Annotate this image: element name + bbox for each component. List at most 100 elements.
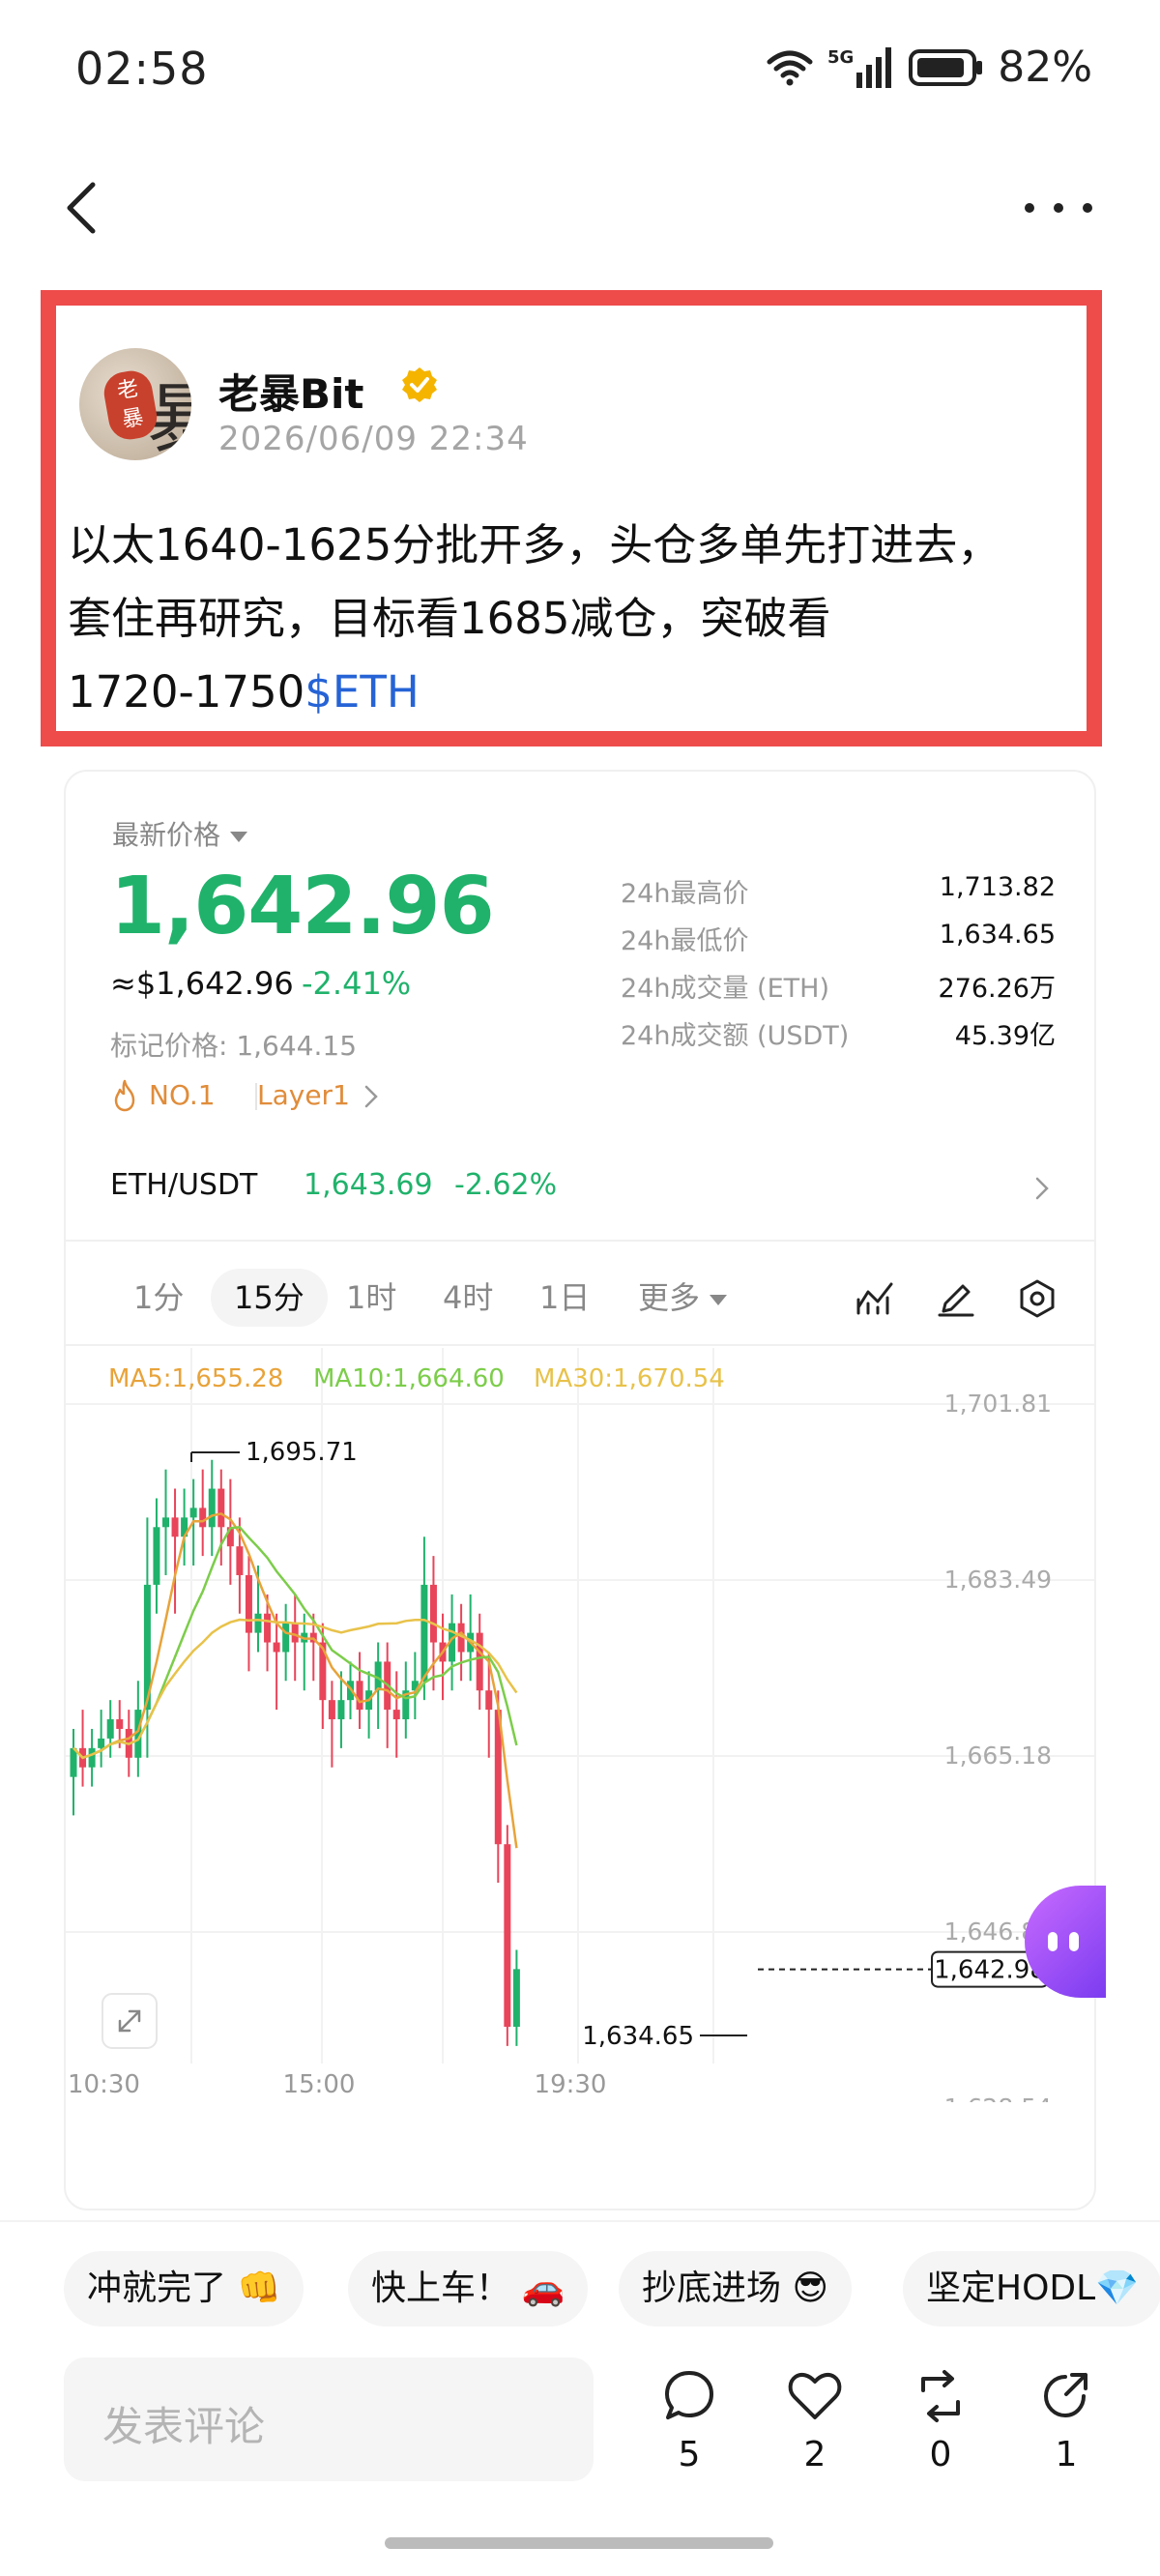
candle-body <box>337 1700 345 1720</box>
candle-body <box>171 1517 179 1537</box>
indicator-icon[interactable] <box>855 1278 895 1319</box>
comment-placeholder: 发表评论 <box>102 2403 266 2450</box>
low-price-label: 1,634.65 <box>582 2022 694 2051</box>
candle-body <box>476 1632 483 1691</box>
status-bar: 02:58 5G 82% <box>0 0 1160 145</box>
category-tag[interactable]: Layer1 <box>257 1079 350 1111</box>
like-action[interactable]: 2 <box>771 2367 858 2474</box>
interval-tab-1h[interactable]: 1时 <box>346 1269 396 1327</box>
kline-chart[interactable]: MA5:1,655.28 MA10:1,664.60 MA30:1,670.54 1,… <box>66 1348 1094 2102</box>
candle-body <box>70 1747 77 1777</box>
candle-body <box>106 1719 114 1739</box>
candle-body <box>116 1719 124 1729</box>
comment-action[interactable]: 5 <box>646 2367 733 2474</box>
verified-badge-icon <box>402 367 437 402</box>
chevron-right-icon[interactable] <box>1032 1174 1052 1203</box>
x-tick-label: 10:30 <box>68 2070 140 2099</box>
repost-icon <box>921 2370 960 2422</box>
interval-tabs: 1分 15分 1时 4时 1日 更多 <box>66 1244 1094 1346</box>
candle-body <box>273 1642 280 1653</box>
like-count: 2 <box>803 2435 826 2474</box>
candle-body <box>485 1690 493 1711</box>
draw-pencil-icon[interactable] <box>936 1278 976 1319</box>
candle-body <box>504 1844 511 2028</box>
wifi-icon <box>767 50 813 85</box>
high-price-label: 1,695.71 <box>246 1438 358 1467</box>
candle-body <box>328 1700 335 1720</box>
fire-icon <box>114 1079 135 1112</box>
candle-body <box>218 1488 225 1528</box>
ma10-label: MA10:1,664.60 <box>313 1364 505 1393</box>
candle-body <box>245 1574 252 1633</box>
market-stats: 24h最高价 1,713.82 24h最低价 1,634.65 24h成交量 (ET… <box>621 872 1056 1062</box>
candle-body <box>282 1623 290 1653</box>
battery-icon <box>909 48 983 86</box>
share-icon <box>1043 2373 1088 2418</box>
rank-tag[interactable]: NO.1 <box>149 1079 216 1111</box>
interval-tab-1d[interactable]: 1日 <box>539 1269 590 1327</box>
interval-tab-4h[interactable]: 4时 <box>443 1269 493 1327</box>
reaction-chip[interactable]: 抄底进场 😎 <box>619 2251 852 2327</box>
share-count: 1 <box>1055 2435 1078 2474</box>
usd-price: ≈$1,642.96 <box>110 965 294 1002</box>
candle-body <box>98 1738 105 1748</box>
pair-price: 1,643.69 <box>304 1168 433 1202</box>
trading-pair-row[interactable]: ETH/USDT 1,643.69 -2.62% <box>66 1141 1094 1242</box>
candle-body <box>236 1546 244 1575</box>
x-tick-label: 19:30 <box>535 2070 607 2099</box>
post-timestamp: 2026/06/09 22:34 <box>218 420 529 458</box>
latest-price: 1,642.96 <box>110 861 495 952</box>
expand-chart-icon[interactable] <box>102 1993 158 2049</box>
y-tick-label: 1,628.54 <box>944 2093 1052 2102</box>
reaction-chip[interactable]: 坚定HODL💎 <box>903 2251 1160 2327</box>
comment-count: 5 <box>678 2435 701 2474</box>
repost-action[interactable]: 0 <box>897 2367 984 2474</box>
eth-hashtag-link[interactable]: $ETH <box>304 666 419 717</box>
post-line-3-text: 1720-1750 <box>68 666 305 717</box>
y-tick-label: 1,665.18 <box>944 1742 1052 1770</box>
stat-row: 24h成交额 (USDT) 45.39亿 <box>621 1021 1056 1051</box>
latest-price-label[interactable]: 最新价格 <box>112 814 248 853</box>
interval-tab-15m[interactable]: 15分 <box>211 1269 328 1327</box>
post-line-1: 以太1640-1625分批开多，头仓多单先打进去， <box>68 519 1001 571</box>
svg-text:5G: 5G <box>827 47 854 68</box>
stat-row: 24h最高价 1,713.82 <box>621 872 1056 909</box>
ma5-label: MA5:1,655.28 <box>108 1364 283 1393</box>
candle-body <box>291 1623 299 1643</box>
status-time: 02:58 <box>75 43 209 95</box>
interval-tab-more[interactable]: 更多 <box>638 1269 728 1327</box>
candle-body <box>420 1584 428 1682</box>
candle-body <box>199 1508 207 1528</box>
home-indicator[interactable] <box>385 2537 773 2549</box>
stat-row: 24h成交量 (ETH) 276.26万 <box>621 974 1056 1004</box>
post-line-3: 1720-1750$ETH <box>68 656 1092 729</box>
y-tick-label: 1,701.81 <box>944 1390 1052 1418</box>
candle-body <box>189 1508 197 1518</box>
reaction-chip[interactable]: 快上车！ 🚗 <box>348 2251 589 2327</box>
post-highlight: 暴 老暴 老暴Bit 2026/06/09 22:34 以太1640-1625分… <box>41 290 1102 746</box>
reaction-chip[interactable]: 冲就完了 👊 <box>64 2251 304 2327</box>
dropdown-caret-icon <box>230 831 248 842</box>
settings-icon[interactable] <box>1017 1278 1058 1319</box>
more-icon[interactable] <box>1025 189 1092 227</box>
y-tick-label: 1,683.49 <box>944 1566 1052 1594</box>
avatar[interactable]: 暴 老暴 <box>79 348 191 460</box>
chevron-right-icon[interactable] <box>362 1083 381 1110</box>
candle-body <box>356 1681 363 1711</box>
battery-percent: 82% <box>998 43 1092 92</box>
comment-input[interactable]: 发表评论 <box>64 2357 594 2481</box>
bubble-eye-icon <box>1069 1932 1079 1951</box>
pair-change: -2.62% <box>454 1168 558 1202</box>
like-icon <box>788 2372 842 2419</box>
candle-body <box>162 1517 169 1528</box>
quick-reactions: 冲就完了 👊 快上车！ 🚗 抄底进场 😎 坚定HODL💎 <box>0 2220 1160 2356</box>
author-name[interactable]: 老暴Bit <box>218 362 364 421</box>
mark-price: 标记价格: 1,644.15 <box>110 1030 358 1062</box>
candle-body <box>512 1969 520 2028</box>
interval-tab-1m[interactable]: 1分 <box>133 1269 184 1327</box>
price-change: -2.41% <box>302 965 412 1002</box>
post-line-2: 套住再研究，目标看1685减仓，突破看 <box>68 593 831 644</box>
back-icon[interactable] <box>58 179 106 237</box>
share-action[interactable]: 1 <box>1023 2367 1110 2474</box>
market-card[interactable]: 最新价格 1,642.96 ≈$1,642.96 -2.41% 标记价格: 1,… <box>64 770 1096 2210</box>
